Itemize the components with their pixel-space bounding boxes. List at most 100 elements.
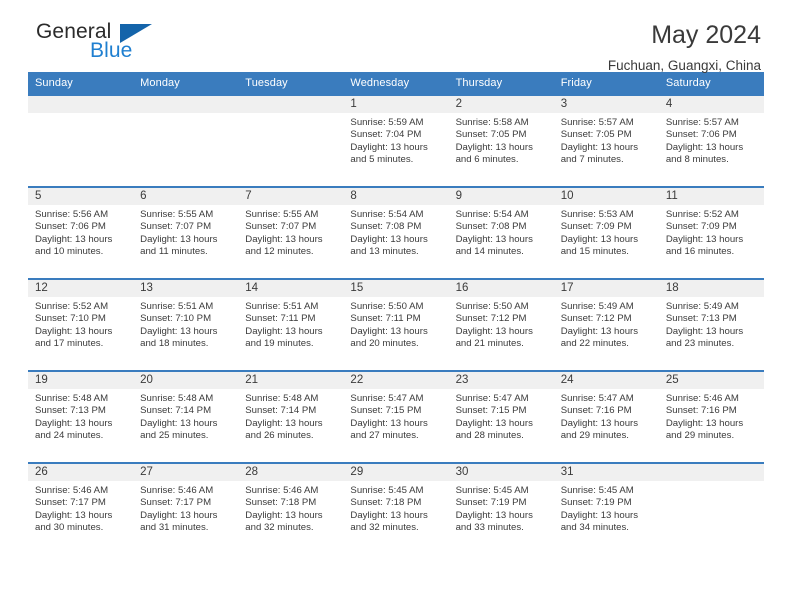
- day-number: 8: [343, 188, 449, 205]
- day-number: 12: [28, 280, 134, 297]
- calendar-week-row: 12 Sunrise: 5:52 AM Sunset: 7:10 PM Dayligh…: [28, 278, 764, 371]
- day-cell-content: 17 Sunrise: 5:49 AM Sunset: 7:12 PM Dayligh…: [553, 280, 659, 370]
- day-sun-info: Sunrise: 5:47 AM Sunset: 7:16 PM Daylight:…: [554, 389, 659, 443]
- calendar-day-cell[interactable]: 29 Sunrise: 5:45 AM Sunset: 7:18 PM Dayligh…: [343, 462, 449, 554]
- daylight-duration-line1: Daylight: 13 hours: [350, 141, 428, 153]
- calendar-day-cell[interactable]: [658, 462, 764, 554]
- calendar-day-cell[interactable]: 11 Sunrise: 5:52 AM Sunset: 7:09 PM Dayligh…: [658, 186, 764, 279]
- calendar-day-cell[interactable]: 28 Sunrise: 5:46 AM Sunset: 7:18 PM Dayligh…: [238, 462, 344, 554]
- daylight-duration-line2: and 21 minutes.: [455, 338, 524, 350]
- sunset-time: Sunset: 7:19 PM: [560, 497, 632, 509]
- daylight-duration-line2: and 26 minutes.: [245, 430, 314, 442]
- calendar-day-cell[interactable]: [238, 94, 344, 187]
- daylight-duration-line1: Daylight: 13 hours: [350, 325, 428, 337]
- calendar-day-cell[interactable]: [133, 94, 239, 187]
- day-cell-content: 16 Sunrise: 5:50 AM Sunset: 7:12 PM Dayligh…: [448, 280, 554, 370]
- sunrise-time: Sunrise: 5:47 AM: [560, 393, 634, 404]
- title-block: May 2024 Fuchuan, Guangxi, China: [608, 20, 764, 76]
- day-sun-info: Sunrise: 5:46 AM Sunset: 7:16 PM Daylight:…: [659, 389, 764, 443]
- calendar-day-cell[interactable]: 25 Sunrise: 5:46 AM Sunset: 7:16 PM Dayligh…: [658, 370, 764, 463]
- calendar-day-cell[interactable]: 24 Sunrise: 5:47 AM Sunset: 7:16 PM Dayligh…: [553, 370, 659, 463]
- calendar-day-cell[interactable]: 13 Sunrise: 5:51 AM Sunset: 7:10 PM Dayligh…: [133, 278, 239, 371]
- day-number: [28, 96, 134, 113]
- page-title: May 2024: [651, 21, 761, 49]
- day-sun-info: Sunrise: 5:45 AM Sunset: 7:18 PM Daylight:…: [343, 481, 448, 535]
- calendar-day-cell[interactable]: 12 Sunrise: 5:52 AM Sunset: 7:10 PM Dayligh…: [28, 278, 134, 371]
- daylight-duration-line1: Daylight: 13 hours: [140, 325, 218, 337]
- day-cell-content: 29 Sunrise: 5:45 AM Sunset: 7:18 PM Dayligh…: [343, 464, 449, 554]
- day-sun-info: Sunrise: 5:57 AM Sunset: 7:06 PM Daylight:…: [659, 113, 764, 167]
- logo-text-blue: Blue: [90, 39, 133, 62]
- daylight-duration-line2: and 13 minutes.: [350, 246, 419, 258]
- daylight-duration-line2: and 6 minutes.: [455, 154, 519, 166]
- day-cell-content: 3 Sunrise: 5:57 AM Sunset: 7:05 PM Daylight…: [553, 96, 659, 186]
- day-sun-info: Sunrise: 5:49 AM Sunset: 7:12 PM Daylight:…: [554, 297, 659, 351]
- calendar-day-cell[interactable]: 20 Sunrise: 5:48 AM Sunset: 7:14 PM Dayligh…: [133, 370, 239, 463]
- calendar-day-cell[interactable]: 9 Sunrise: 5:54 AM Sunset: 7:08 PM Daylight…: [448, 186, 554, 279]
- daylight-duration-line1: Daylight: 13 hours: [455, 233, 533, 245]
- calendar-day-cell[interactable]: 21 Sunrise: 5:48 AM Sunset: 7:14 PM Dayligh…: [238, 370, 344, 463]
- calendar-day-cell[interactable]: 3 Sunrise: 5:57 AM Sunset: 7:05 PM Daylight…: [553, 94, 659, 187]
- calendar-day-cell[interactable]: 14 Sunrise: 5:51 AM Sunset: 7:11 PM Dayligh…: [238, 278, 344, 371]
- daylight-duration-line2: and 24 minutes.: [35, 430, 104, 442]
- daylight-duration-line1: Daylight: 13 hours: [665, 141, 744, 153]
- sunrise-time: Sunrise: 5:46 AM: [140, 485, 214, 496]
- calendar-day-cell[interactable]: 17 Sunrise: 5:49 AM Sunset: 7:12 PM Dayligh…: [553, 278, 659, 371]
- sunset-time: Sunset: 7:19 PM: [455, 497, 527, 509]
- calendar-day-cell[interactable]: 5 Sunrise: 5:56 AM Sunset: 7:06 PM Daylight…: [28, 186, 134, 279]
- sunrise-time: Sunrise: 5:52 AM: [35, 301, 109, 312]
- calendar-day-cell[interactable]: 1 Sunrise: 5:59 AM Sunset: 7:04 PM Daylight…: [343, 94, 449, 187]
- daylight-duration-line2: and 14 minutes.: [455, 246, 524, 258]
- calendar-day-cell[interactable]: [28, 94, 134, 187]
- sunset-time: Sunset: 7:12 PM: [455, 313, 527, 325]
- daylight-duration-line1: Daylight: 13 hours: [560, 233, 639, 245]
- calendar-day-cell[interactable]: 4 Sunrise: 5:57 AM Sunset: 7:06 PM Daylight…: [658, 94, 764, 187]
- daylight-duration-line2: and 23 minutes.: [665, 338, 735, 350]
- sunset-time: Sunset: 7:06 PM: [665, 129, 737, 141]
- generalblue-logo[interactable]: General Blue: [28, 20, 228, 72]
- day-sun-info: Sunrise: 5:48 AM Sunset: 7:14 PM Daylight:…: [238, 389, 343, 443]
- calendar-day-cell[interactable]: 6 Sunrise: 5:55 AM Sunset: 7:07 PM Daylight…: [133, 186, 239, 279]
- day-number: 29: [343, 464, 449, 481]
- masthead: General Blue May 2024 Fuchuan, Guangxi, …: [28, 0, 764, 73]
- day-sun-info: Sunrise: 5:59 AM Sunset: 7:04 PM Daylight:…: [343, 113, 448, 167]
- daylight-duration-line2: and 10 minutes.: [35, 246, 104, 258]
- calendar-day-cell[interactable]: 2 Sunrise: 5:58 AM Sunset: 7:05 PM Daylight…: [448, 94, 554, 187]
- daylight-duration-line1: Daylight: 13 hours: [140, 509, 218, 521]
- sunset-time: Sunset: 7:06 PM: [35, 221, 106, 233]
- sunset-time: Sunset: 7:05 PM: [455, 129, 527, 141]
- day-cell-content: 15 Sunrise: 5:50 AM Sunset: 7:11 PM Dayligh…: [343, 280, 449, 370]
- calendar-day-cell[interactable]: 16 Sunrise: 5:50 AM Sunset: 7:12 PM Dayligh…: [448, 278, 554, 371]
- calendar-day-cell[interactable]: 10 Sunrise: 5:53 AM Sunset: 7:09 PM Dayligh…: [553, 186, 659, 279]
- day-cell-content: 30 Sunrise: 5:45 AM Sunset: 7:19 PM Dayligh…: [448, 464, 554, 554]
- sunrise-time: Sunrise: 5:57 AM: [560, 117, 634, 128]
- calendar-day-cell[interactable]: 27 Sunrise: 5:46 AM Sunset: 7:17 PM Dayligh…: [133, 462, 239, 554]
- daylight-duration-line1: Daylight: 13 hours: [245, 417, 323, 429]
- calendar-day-cell[interactable]: 8 Sunrise: 5:54 AM Sunset: 7:08 PM Daylight…: [343, 186, 449, 279]
- calendar-day-cell[interactable]: 30 Sunrise: 5:45 AM Sunset: 7:19 PM Dayligh…: [448, 462, 554, 554]
- sunset-time: Sunset: 7:09 PM: [560, 221, 632, 233]
- daylight-duration-line2: and 31 minutes.: [140, 522, 209, 534]
- calendar-day-cell[interactable]: 31 Sunrise: 5:45 AM Sunset: 7:19 PM Dayligh…: [553, 462, 659, 554]
- daylight-duration-line1: Daylight: 13 hours: [140, 233, 218, 245]
- calendar-day-cell[interactable]: 26 Sunrise: 5:46 AM Sunset: 7:17 PM Dayligh…: [28, 462, 134, 554]
- day-number: 17: [553, 280, 659, 297]
- calendar-day-cell[interactable]: 15 Sunrise: 5:50 AM Sunset: 7:11 PM Dayligh…: [343, 278, 449, 371]
- daylight-duration-line1: Daylight: 13 hours: [245, 509, 323, 521]
- daylight-duration-line2: and 25 minutes.: [140, 430, 209, 442]
- sunrise-time: Sunrise: 5:47 AM: [350, 393, 424, 404]
- sunrise-time: Sunrise: 5:51 AM: [140, 301, 214, 312]
- calendar-day-cell[interactable]: 19 Sunrise: 5:48 AM Sunset: 7:13 PM Dayligh…: [28, 370, 134, 463]
- daylight-duration-line1: Daylight: 13 hours: [35, 325, 113, 337]
- calendar-day-cell[interactable]: 18 Sunrise: 5:49 AM Sunset: 7:13 PM Dayligh…: [658, 278, 764, 371]
- daylight-duration-line2: and 17 minutes.: [35, 338, 104, 350]
- calendar-day-cell[interactable]: 23 Sunrise: 5:47 AM Sunset: 7:15 PM Dayligh…: [448, 370, 554, 463]
- day-number: 13: [133, 280, 239, 297]
- day-number: 14: [238, 280, 344, 297]
- day-sun-info: Sunrise: 5:51 AM Sunset: 7:11 PM Daylight:…: [238, 297, 343, 351]
- calendar-day-cell[interactable]: 7 Sunrise: 5:55 AM Sunset: 7:07 PM Daylight…: [238, 186, 344, 279]
- day-number: 19: [28, 372, 134, 389]
- daylight-duration-line2: and 22 minutes.: [560, 338, 629, 350]
- calendar-day-cell[interactable]: 22 Sunrise: 5:47 AM Sunset: 7:15 PM Dayligh…: [343, 370, 449, 463]
- day-number: 31: [553, 464, 659, 481]
